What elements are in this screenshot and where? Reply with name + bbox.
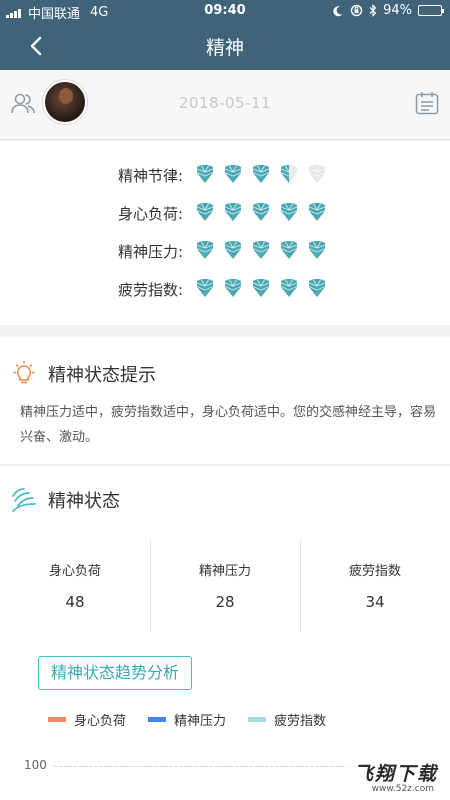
lightbulb-icon [13,361,35,384]
tips-section: 精神状态提示 精神压力适中，疲劳指数适中，身心负荷适中。您的交感神经主导，容易兴… [0,337,450,465]
legend-swatch [48,717,66,722]
gem-icon [252,240,270,260]
gem-icon [196,164,214,184]
gem-icon [224,202,242,222]
rating-row: 精神压力: [0,240,450,264]
rotation-lock-icon [350,4,363,17]
rating-label: 身心负荷: [117,205,183,223]
ratings-panel: 精神节律: 身心负荷: 精神压力: 疲劳指数: [0,141,450,325]
rating-gems [196,240,326,260]
metric-load: 身心负荷 48 [0,540,150,632]
state-section: 精神状态 身心负荷 48 精神压力 28 疲劳指数 34 精神状态趋势分析 身心… [0,466,450,800]
gem-icon [196,278,214,298]
tips-header: 精神状态提示 [10,360,156,388]
gem-icon [224,240,242,260]
rating-row: 身心负荷: [0,202,450,226]
rating-gems [196,202,326,222]
gem-icon [308,278,326,298]
calendar-icon[interactable] [414,90,440,116]
legend-swatch [248,717,267,722]
chart-legend: 身心负荷 精神压力 疲劳指数 [48,710,326,729]
gem-icon [308,164,326,184]
gem-icon [308,202,326,222]
metric-value: 28 [215,593,235,611]
legend-label: 身心负荷 [74,714,127,729]
state-header: 精神状态 [10,486,120,514]
legend-item[interactable]: 身心负荷 [48,710,126,729]
tips-heading: 精神状态提示 [48,365,156,386]
rating-gems [196,278,326,298]
gem-icon [308,240,326,260]
do-not-disturb-icon [333,5,343,16]
user-bar: 2018-05-11 [0,70,450,140]
rating-label: 疲劳指数: [117,281,183,299]
metric-label: 疲劳指数 [348,564,401,579]
metric-label: 身心负荷 [48,564,101,579]
legend-label: 疲劳指数 [274,714,327,729]
trend-analysis-button[interactable]: 精神状态趋势分析 [38,656,193,690]
gem-icon [196,202,214,222]
y-axis-tick: 100 [24,758,47,772]
metric-pressure: 精神压力 28 [150,540,300,632]
nav-bar: 精神 [0,22,450,70]
metric-label: 精神压力 [198,564,251,579]
gem-icon [224,278,242,298]
legend-item[interactable]: 疲劳指数 [248,710,326,729]
metric-value: 34 [365,593,385,611]
page-title: 精神 [205,37,244,59]
gem-icon [280,164,298,184]
battery-percent: 94% [383,3,412,18]
metric-fatigue: 疲劳指数 34 [300,540,450,632]
metric-value: 48 [65,593,85,611]
gem-icon [280,202,298,222]
gem-icon [252,278,270,298]
legend-label: 精神压力 [174,714,227,729]
gem-icon [252,202,270,222]
battery-icon [418,5,444,16]
watermark-logo: 飞翔下载 www.52z.com [346,758,438,798]
status-bar: 中国联通 4G 09:40 94% [0,0,450,22]
legend-swatch [148,717,167,722]
rating-gems [196,164,326,184]
metrics-row: 身心负荷 48 精神压力 28 疲劳指数 34 [0,540,450,632]
selected-date: 2018-05-11 [178,94,272,112]
gem-icon [196,240,214,260]
tips-text: 精神压力适中，疲劳指数适中，身心负荷适中。您的交感神经主导，容易兴奋、激动。 [20,405,437,445]
bluetooth-icon [369,4,377,17]
rating-row: 疲劳指数: [0,278,450,302]
gem-icon [280,278,298,298]
rating-row: 精神节律: [0,164,450,188]
mental-state-icon [12,488,36,512]
state-heading: 精神状态 [48,491,120,512]
rating-label: 精神压力: [117,243,183,261]
gem-icon [224,164,242,184]
gem-icon [252,164,270,184]
legend-item[interactable]: 精神压力 [148,710,226,729]
rating-label: 精神节律: [117,167,183,185]
gem-icon [280,240,298,260]
